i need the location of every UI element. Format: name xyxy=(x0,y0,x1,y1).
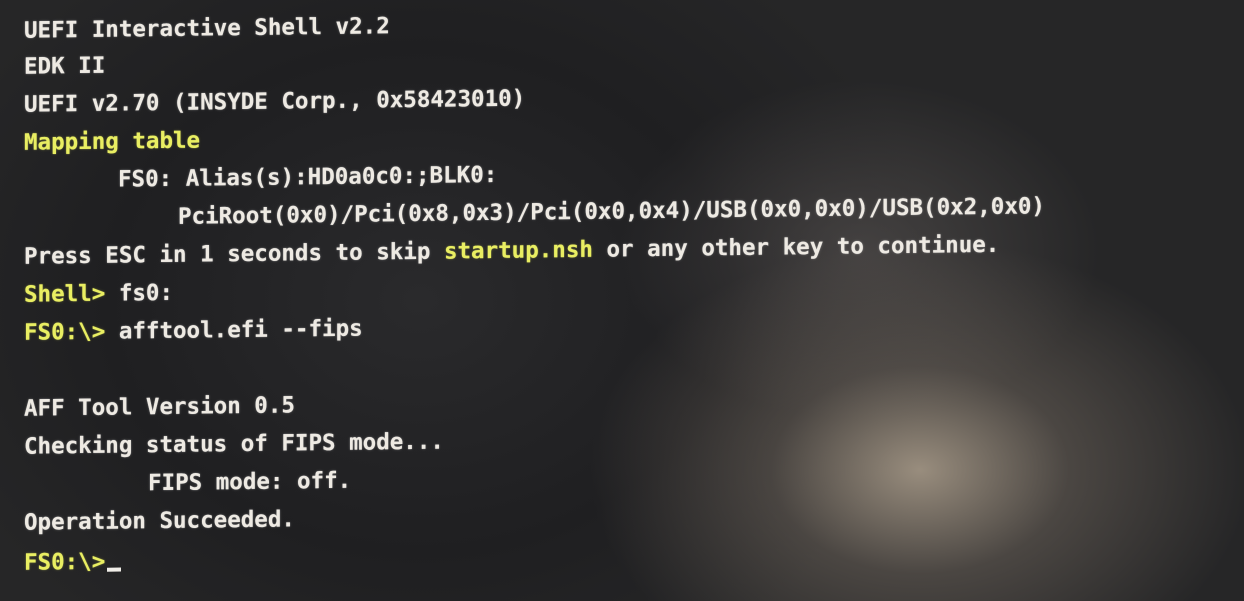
startup-prompt-line: Press ESC in 1 seconds to skip startup.n… xyxy=(24,232,999,270)
device-path-line: PciRoot(0x0)/Pci(0x8,0x3)/Pci(0x0,0x4)/U… xyxy=(178,193,1045,230)
operation-result-line: Operation Succeeded. xyxy=(24,506,295,536)
shell-banner-line: UEFI Interactive Shell v2.2 xyxy=(24,13,390,44)
startup-prompt-text: Press ESC in 1 seconds to skip xyxy=(24,238,444,270)
uefi-version-line: UEFI v2.70 (INSYDE Corp., 0x58423010) xyxy=(24,85,526,118)
mapping-table-heading: Mapping table xyxy=(24,127,201,156)
shell-command: fs0: xyxy=(118,279,174,307)
fs0-prompt: FS0:\> xyxy=(24,318,119,346)
fips-mode-status-line: FIPS mode: off. xyxy=(148,467,352,497)
terminal-output: UEFI Interactive Shell v2.2 EDK II UEFI … xyxy=(0,3,1244,575)
startup-nsh-filename: startup.nsh xyxy=(443,236,593,265)
uefi-shell-screen: UEFI Interactive Shell v2.2 EDK II UEFI … xyxy=(0,0,1244,601)
text-cursor xyxy=(107,567,122,572)
current-prompt: FS0:\> xyxy=(24,548,106,576)
startup-prompt-suffix: or any other key to continue. xyxy=(592,231,1000,263)
shell-command-line: Shell> fs0: xyxy=(24,280,173,308)
fips-check-line: Checking status of FIPS mode... xyxy=(24,428,444,460)
fs0-alias-line: FS0: Alias(s):HD0a0c0:;BLK0: xyxy=(118,161,498,193)
shell-prompt: Shell> xyxy=(24,280,119,308)
current-prompt-line[interactable]: FS0:\> xyxy=(24,548,122,576)
fs0-command: afftool.efi --fips xyxy=(118,315,363,345)
fs0-command-line: FS0:\> afftool.efi --fips xyxy=(24,316,363,346)
aff-tool-version-line: AFF Tool Version 0.5 xyxy=(24,392,295,422)
edk-version-line: EDK II xyxy=(24,52,106,80)
